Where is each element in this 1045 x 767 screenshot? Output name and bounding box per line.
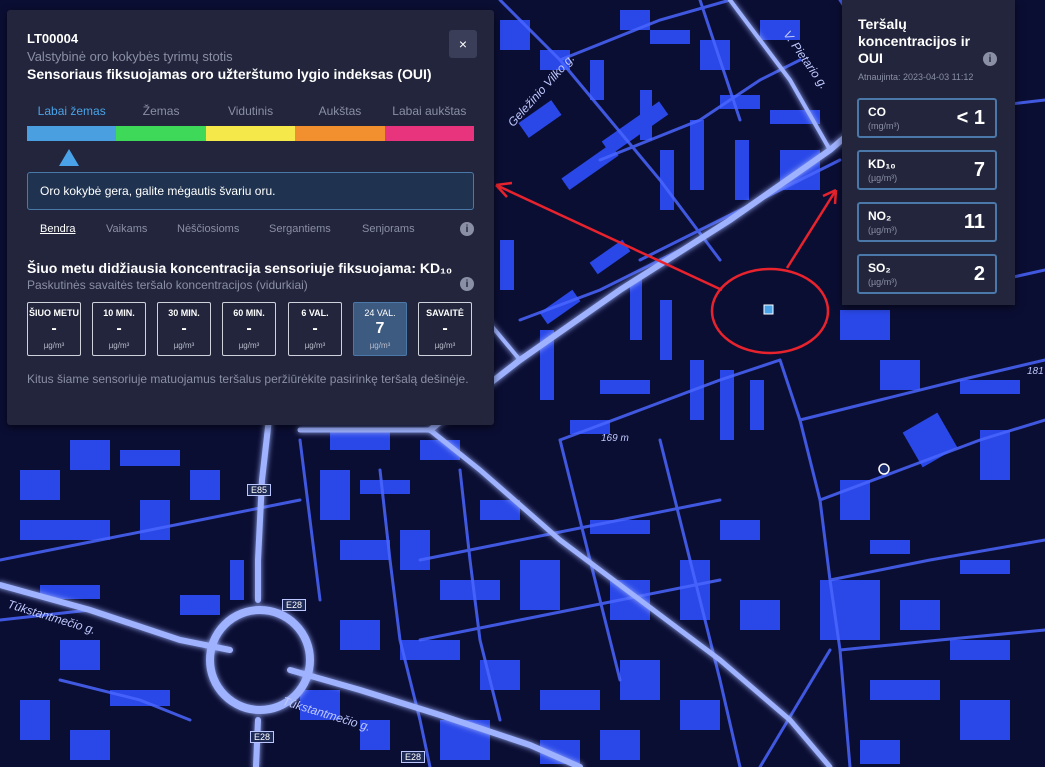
sensor-square-icon: [763, 304, 774, 315]
route-badge-e28-right: E28: [401, 751, 426, 763]
pollutant-name: KD₁₀: [868, 157, 896, 171]
level-label-high: Aukštas: [318, 104, 362, 118]
station-type: Valstybinė oro kokybės tyrimų stotis: [27, 49, 233, 64]
panel-title: Sensoriaus fiksuojamas oro užterštumo ly…: [27, 66, 432, 82]
pollutant-value: 11: [963, 211, 985, 233]
route-badge-e28-top: E28: [282, 599, 307, 611]
pollutant-unit: (µg/m³): [868, 277, 898, 287]
tab-sick[interactable]: Sergantiems: [269, 223, 331, 235]
info-icon[interactable]: i: [460, 222, 474, 236]
interval-value: -: [116, 320, 122, 337]
interval-unit: µg/m³: [43, 341, 65, 350]
interval-unit: µg/m³: [434, 341, 456, 350]
level-label-low: Žemas: [142, 104, 180, 118]
interval-box-30min[interactable]: 30 MIN. - µg/m³: [157, 302, 211, 356]
interval-label: 60 MIN.: [233, 308, 265, 318]
route-badge-e85: E85: [247, 484, 272, 496]
tab-pregnant[interactable]: Nėščiosioms: [177, 223, 239, 235]
interval-label: 10 MIN.: [103, 308, 135, 318]
interval-box-6h[interactable]: 6 VAL. - µg/m³: [288, 302, 342, 356]
pollutant-value: < 1: [956, 107, 985, 129]
interval-label: SAVAITĖ: [426, 308, 464, 318]
tab-seniors[interactable]: Senjorams: [362, 223, 415, 235]
pollutant-name: CO: [868, 105, 886, 119]
interval-box-week[interactable]: SAVAITĖ - µg/m³: [418, 302, 472, 356]
info-icon[interactable]: i: [460, 277, 474, 291]
interval-box-now[interactable]: ŠIUO METU - µg/m³: [27, 302, 81, 356]
level-label-medium: Vidutinis: [227, 104, 274, 118]
interval-value: -: [246, 320, 252, 337]
concentration-title: Šiuo metu didžiausia koncentracija senso…: [27, 260, 453, 276]
interval-box-60min[interactable]: 60 MIN. - µg/m³: [222, 302, 276, 356]
interval-box-24h[interactable]: 24 VAL. 7 µg/m³: [353, 302, 407, 356]
interval-value: -: [312, 320, 318, 337]
scale-segment: [205, 126, 296, 141]
level-label-very-low: Labai žemas: [37, 104, 106, 118]
pollutant-card-kd10[interactable]: KD₁₀ (µg/m³) 7: [857, 150, 997, 190]
interval-value: -: [442, 320, 448, 337]
concentration-subtitle: Paskutinės savaitės teršalo koncentracij…: [27, 278, 308, 292]
interval-unit: µg/m³: [238, 341, 260, 350]
interval-label: 6 VAL.: [301, 308, 329, 318]
pollutants-panel: Teršalų koncentracijos ir OUI i Atnaujin…: [842, 0, 1015, 305]
interval-unit: µg/m³: [304, 341, 326, 350]
footer-hint: Kitus šiame sensoriuje matuojamus teršal…: [27, 372, 469, 386]
pollutant-unit: (µg/m³): [868, 173, 898, 183]
interval-value: 7: [375, 320, 385, 337]
audience-tabs: Bendra Vaikams Nėščiosioms Sergantiems S…: [27, 222, 474, 240]
close-button[interactable]: ×: [449, 30, 477, 58]
level-labels: Labai žemas Žemas Vidutinis Aukštas Laba…: [27, 104, 474, 122]
pollutant-unit: (mg/m³): [868, 121, 900, 131]
scale-segment: [295, 126, 385, 141]
pollutant-card-no2[interactable]: NO₂ (µg/m³) 11: [857, 202, 997, 242]
air-quality-message: Oro kokybė gera, galite mėgautis švariu …: [27, 172, 474, 210]
pollutant-card-so2[interactable]: SO₂ (µg/m³) 2: [857, 254, 997, 294]
pollutant-value: 2: [973, 263, 985, 285]
interval-unit: µg/m³: [173, 341, 195, 350]
pollutant-card-co[interactable]: CO (mg/m³) < 1: [857, 98, 997, 138]
station-info-panel: LT00004 Valstybinė oro kokybės tyrimų st…: [7, 10, 494, 425]
pollutant-name: SO₂: [868, 261, 891, 275]
distance-label: 169 m: [601, 433, 629, 444]
interval-label: 24 VAL.: [364, 308, 396, 318]
pollutant-unit: (µg/m³): [868, 225, 898, 235]
level-pointer-icon: [59, 149, 79, 166]
route-badge-e28-bottom: E28: [250, 731, 275, 743]
interval-label: ŠIUO METU: [28, 308, 79, 318]
tab-general[interactable]: Bendra: [40, 223, 75, 235]
scale-segment: [116, 126, 206, 141]
pollutants-title: Teršalų koncentracijos ir OUI: [858, 16, 971, 66]
pollutant-value: 7: [973, 159, 985, 181]
tab-children[interactable]: Vaikams: [106, 223, 147, 235]
station-dot-icon: [878, 463, 890, 475]
interval-value: -: [181, 320, 187, 337]
scale-segment: [27, 126, 117, 141]
interval-boxes: ŠIUO METU - µg/m³ 10 MIN. - µg/m³ 30 MIN…: [27, 302, 474, 358]
pollutant-name: NO₂: [868, 209, 892, 223]
scale-segment: [384, 126, 475, 141]
level-scale: [27, 126, 475, 141]
interval-label: 30 MIN.: [168, 308, 200, 318]
updated-timestamp: Atnaujinta: 2023-04-03 11:12: [858, 72, 974, 82]
edge-number-label: 181: [1027, 366, 1044, 377]
info-icon[interactable]: i: [983, 52, 997, 66]
interval-unit: µg/m³: [108, 341, 130, 350]
interval-box-10min[interactable]: 10 MIN. - µg/m³: [92, 302, 146, 356]
interval-unit: µg/m³: [369, 341, 391, 350]
level-label-very-high: Labai aukštas: [392, 104, 467, 118]
interval-value: -: [51, 320, 57, 337]
close-icon: ×: [458, 36, 468, 52]
station-id: LT00004: [27, 31, 79, 46]
